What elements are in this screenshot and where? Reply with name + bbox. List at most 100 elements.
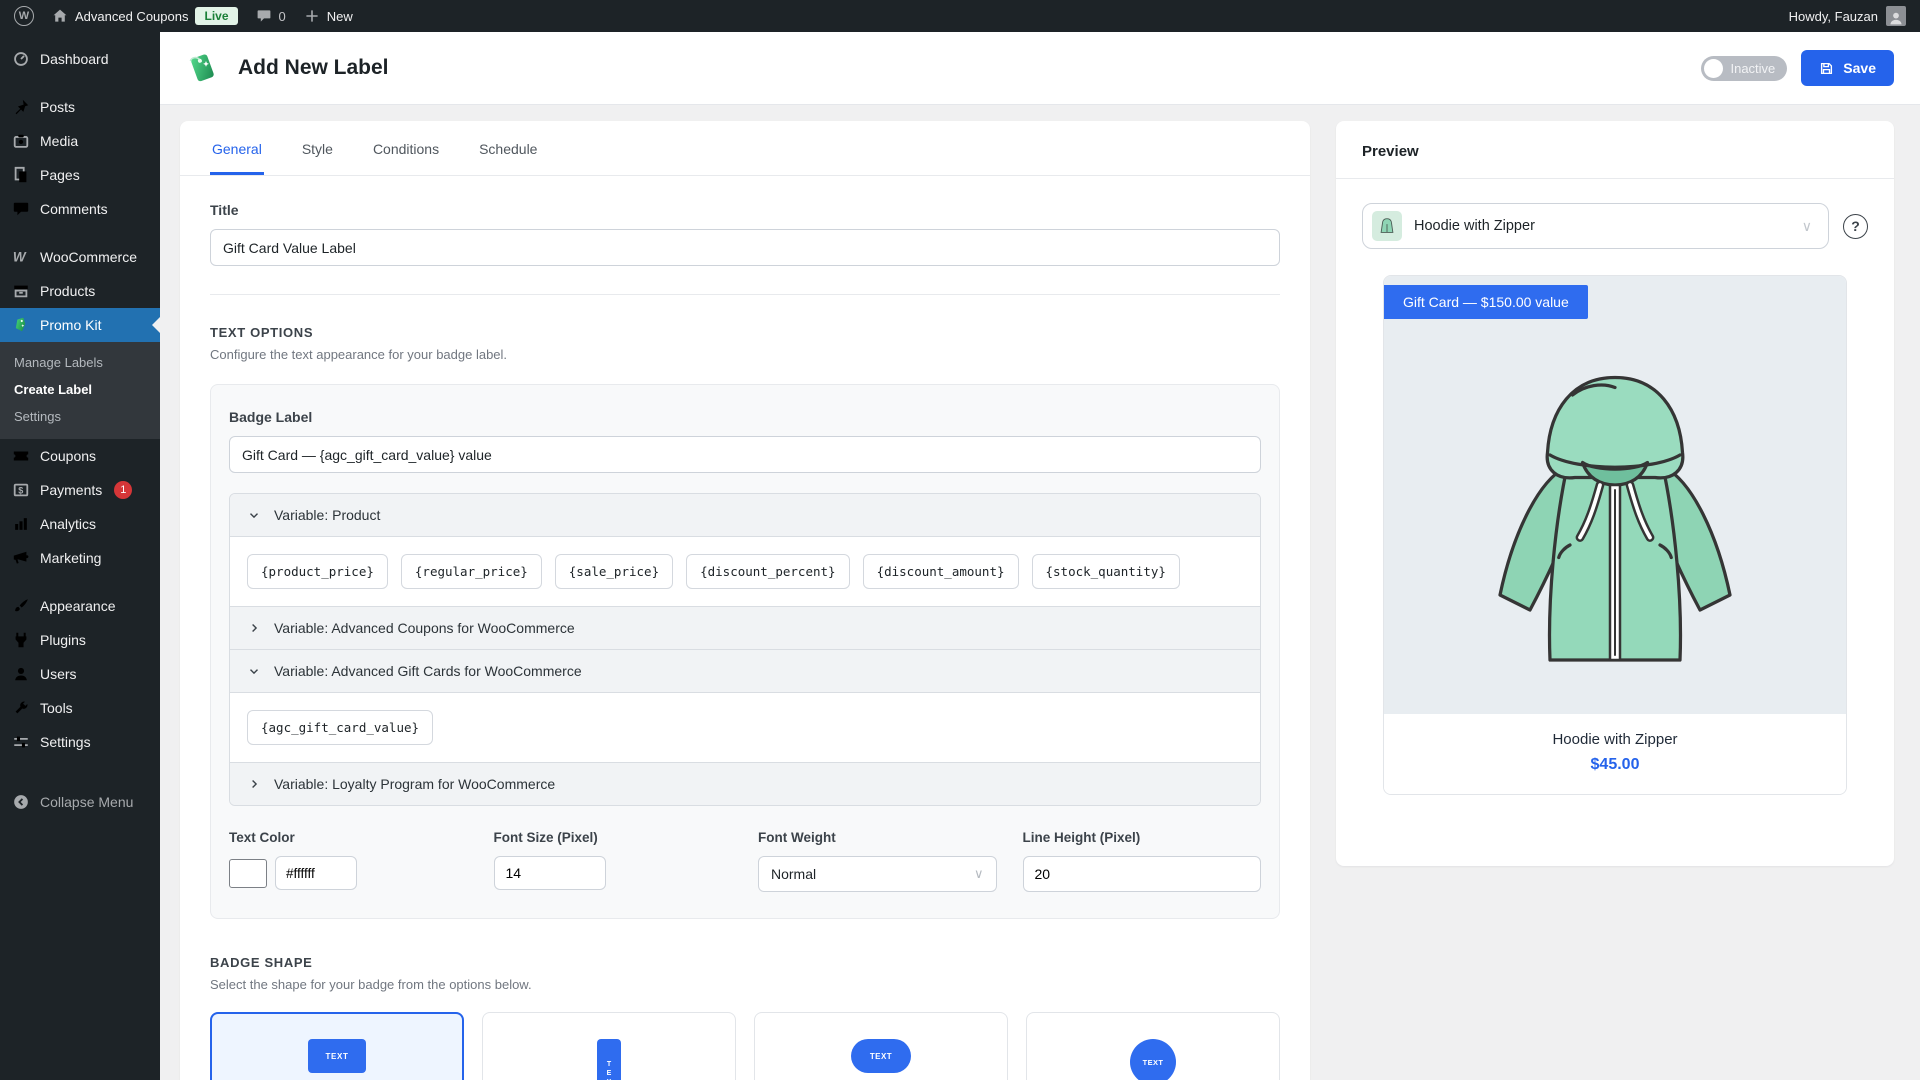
wp-admin-bar: W Advanced Coupons Live 0 New Howdy, Fau… <box>0 0 1920 32</box>
shape-option-pill[interactable]: TEXT Pill <box>754 1012 1008 1080</box>
current-menu-arrow <box>152 317 160 333</box>
tab-conditions[interactable]: Conditions <box>371 121 441 175</box>
preview-product-price: $45.00 <box>1384 756 1846 774</box>
sidebar-item-pages[interactable]: Pages <box>0 158 160 192</box>
editor-tabs: General Style Conditions Schedule <box>180 121 1310 176</box>
save-button[interactable]: Save <box>1801 50 1894 86</box>
submenu-item-manage-labels[interactable]: Manage Labels <box>0 349 160 376</box>
tab-general[interactable]: General <box>210 121 264 175</box>
save-floppy-icon <box>1819 61 1834 76</box>
comments-icon <box>12 200 30 218</box>
howdy-account[interactable]: Howdy, Fauzan <box>1789 9 1878 24</box>
selected-product-name: Hoodie with Zipper <box>1414 218 1790 234</box>
text-options-heading: TEXT OPTIONS <box>210 325 1280 340</box>
rectangle-horizontal-preview: TEXT <box>308 1039 366 1073</box>
submenu-item-create-label[interactable]: Create Label <box>0 376 160 403</box>
font-weight-label: Font Weight <box>758 830 997 845</box>
variable-chip[interactable]: {discount_amount} <box>863 554 1019 589</box>
badge-shape-heading: BADGE SHAPE <box>210 955 1280 970</box>
sidebar-item-appearance[interactable]: Appearance <box>0 589 160 623</box>
accordion-header-advanced-coupons[interactable]: Variable: Advanced Coupons for WooCommer… <box>230 606 1260 649</box>
accordion-header-loyalty[interactable]: Variable: Loyalty Program for WooCommerc… <box>230 762 1260 805</box>
sidebar-item-plugins[interactable]: Plugins <box>0 623 160 657</box>
badge-shape-options: TEXT Rectangle Horizontal TEXT Rectangle… <box>210 1012 1280 1080</box>
new-content-menu[interactable]: New <box>304 8 353 24</box>
toggle-knob <box>1704 59 1723 78</box>
accordion-body-gift-cards: {agc_gift_card_value} <box>230 692 1260 762</box>
variable-chip[interactable]: {sale_price} <box>555 554 673 589</box>
bar-chart-icon <box>12 515 30 533</box>
text-color-label: Text Color <box>229 830 468 845</box>
font-weight-select[interactable]: Normal ∨ <box>758 856 997 892</box>
comments-menu[interactable]: 0 <box>256 8 286 24</box>
site-name-menu[interactable]: Advanced Coupons Live <box>52 7 238 25</box>
font-size-input[interactable] <box>494 856 606 890</box>
chevron-down-icon <box>247 508 261 522</box>
shape-option-rectangle-vertical[interactable]: TEXT Rectangle Vertical <box>482 1012 736 1080</box>
avatar[interactable] <box>1886 6 1906 26</box>
variable-chip[interactable]: {discount_percent} <box>686 554 849 589</box>
variables-accordion: Variable: Product {product_price} {regul… <box>229 493 1261 806</box>
shape-option-circle[interactable]: TEXT Circle <box>1026 1012 1280 1080</box>
sidebar-item-coupons[interactable]: Coupons <box>0 439 160 473</box>
media-icon <box>12 132 30 150</box>
preview-panel: Preview Hoodie with Zipper ∨ ? <box>1336 121 1894 866</box>
page-title: Add New Label <box>238 56 389 80</box>
promo-kit-submenu: Manage Labels Create Label Settings <box>0 342 160 439</box>
wp-logo-menu[interactable]: W <box>14 6 34 26</box>
font-weight-field: Font Weight Normal ∨ <box>758 830 997 892</box>
payments-icon: $ <box>12 481 30 499</box>
plug-icon <box>12 631 30 649</box>
accordion-header-product[interactable]: Variable: Product <box>230 494 1260 536</box>
font-size-field: Font Size (Pixel) <box>494 830 733 892</box>
title-label: Title <box>210 202 1280 218</box>
sidebar-item-collapse-menu[interactable]: Collapse Menu <box>0 785 160 819</box>
tab-schedule[interactable]: Schedule <box>477 121 539 175</box>
badge-label-input[interactable] <box>229 436 1261 473</box>
plus-icon <box>304 8 320 24</box>
text-options-description: Configure the text appearance for your b… <box>210 347 1280 362</box>
sidebar-item-dashboard[interactable]: Dashboard <box>0 42 160 76</box>
badge-label-panel: Badge Label Variable: Product {product_p… <box>210 384 1280 919</box>
variable-chip[interactable]: {agc_gift_card_value} <box>247 710 433 745</box>
preview-product-select[interactable]: Hoodie with Zipper ∨ <box>1362 203 1829 249</box>
ticket-icon <box>12 447 30 465</box>
preview-heading: Preview <box>1336 121 1894 179</box>
circle-preview: TEXT <box>1130 1039 1176 1080</box>
sidebar-item-payments[interactable]: $ Payments 1 <box>0 473 160 507</box>
chevron-right-icon <box>247 777 261 791</box>
sidebar-item-woocommerce[interactable]: W WooCommerce <box>0 240 160 274</box>
shape-option-rectangle-horizontal[interactable]: TEXT Rectangle Horizontal <box>210 1012 464 1080</box>
variable-chip[interactable]: {stock_quantity} <box>1032 554 1180 589</box>
promo-tag-icon <box>12 316 30 334</box>
text-color-input[interactable] <box>275 856 357 890</box>
tab-style[interactable]: Style <box>300 121 335 175</box>
dashboard-icon <box>12 50 30 68</box>
status-toggle[interactable]: Inactive <box>1701 56 1787 81</box>
help-icon[interactable]: ? <box>1843 214 1868 239</box>
sidebar-item-products[interactable]: Products <box>0 274 160 308</box>
wrench-icon <box>12 699 30 717</box>
home-icon <box>52 8 68 24</box>
product-thumbnail <box>1372 211 1402 241</box>
comment-count: 0 <box>279 9 286 24</box>
sidebar-item-marketing[interactable]: Marketing <box>0 541 160 575</box>
woocommerce-icon: W <box>12 248 30 266</box>
sidebar-item-promo-kit[interactable]: Promo Kit <box>0 308 160 342</box>
line-height-input[interactable] <box>1023 856 1262 892</box>
sidebar-item-media[interactable]: Media <box>0 124 160 158</box>
accordion-header-gift-cards[interactable]: Variable: Advanced Gift Cards for WooCom… <box>230 649 1260 692</box>
sidebar-item-tools[interactable]: Tools <box>0 691 160 725</box>
variable-chip[interactable]: {regular_price} <box>401 554 542 589</box>
variable-chip[interactable]: {product_price} <box>247 554 388 589</box>
submenu-item-settings[interactable]: Settings <box>0 403 160 430</box>
color-swatch[interactable] <box>229 859 267 888</box>
sidebar-item-posts[interactable]: Posts <box>0 90 160 124</box>
sidebar-item-comments[interactable]: Comments <box>0 192 160 226</box>
sidebar-item-analytics[interactable]: Analytics <box>0 507 160 541</box>
sidebar-item-settings[interactable]: Settings <box>0 725 160 759</box>
title-input[interactable] <box>210 229 1280 266</box>
preview-badge: Gift Card — $150.00 value <box>1384 285 1588 319</box>
megaphone-icon <box>12 549 30 567</box>
sidebar-item-users[interactable]: Users <box>0 657 160 691</box>
